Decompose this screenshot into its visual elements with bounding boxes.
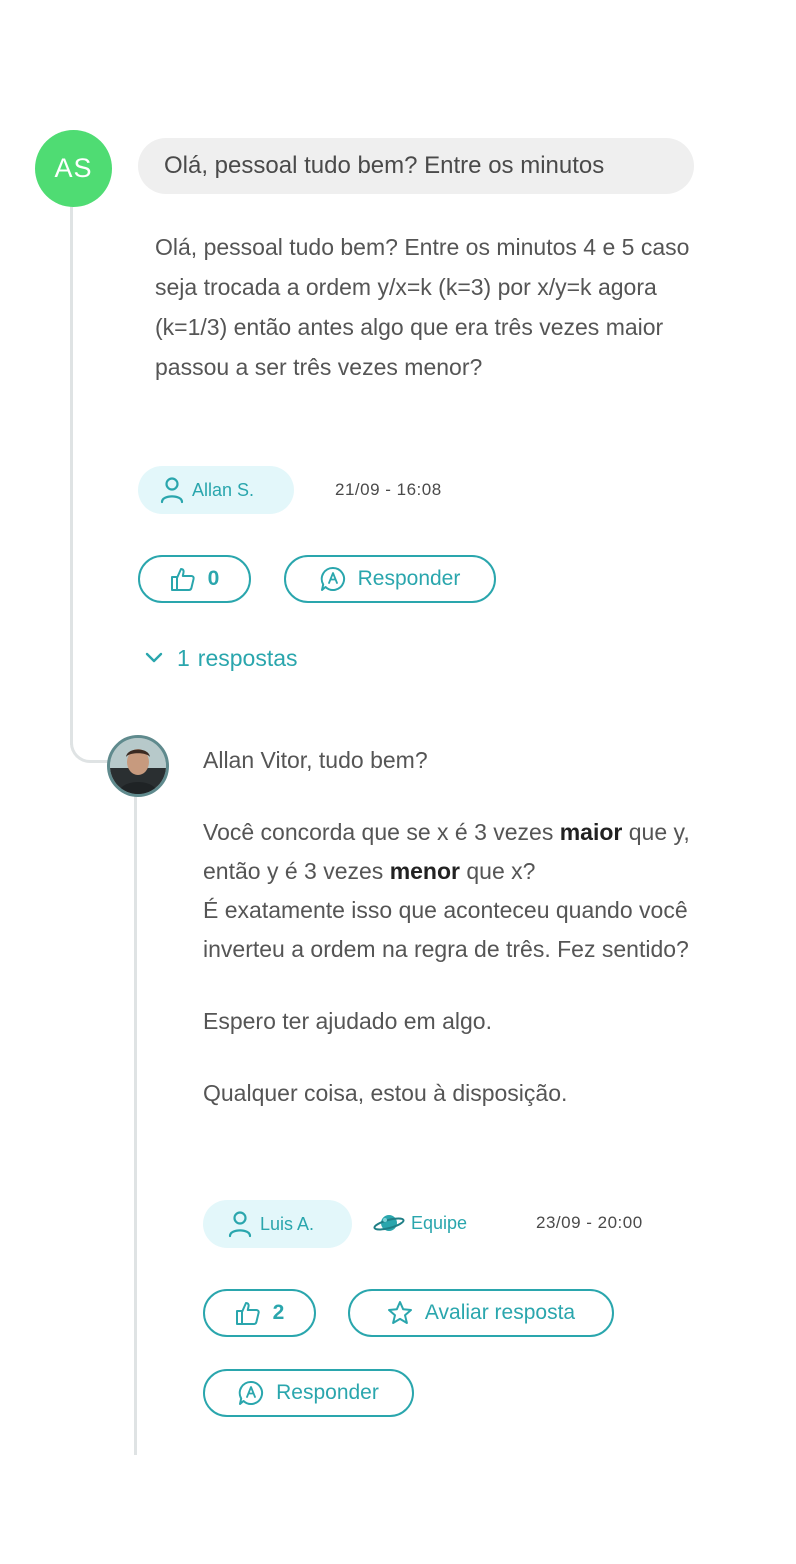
reply-button[interactable]: Responder (284, 555, 496, 603)
reply-like-button[interactable]: 2 (203, 1289, 316, 1337)
reply-text: que x? (459, 858, 536, 884)
team-planet-icon (373, 1215, 405, 1231)
chat-bubble-icon (320, 566, 345, 591)
reply-text: É exatamente isso que aconteceu quando v… (203, 897, 689, 962)
thumbs-up-icon (235, 1302, 260, 1325)
question-body: Olá, pessoal tudo bem? Entre os minutos … (155, 234, 690, 380)
reply-paragraph: Qualquer coisa, estou à disposição. (203, 1080, 568, 1106)
reply-avatar (107, 735, 169, 797)
question-title-text: Olá, pessoal tudo bem? Entre os minutos (164, 152, 605, 179)
like-button[interactable]: 0 (138, 555, 251, 603)
replies-count: 1 (177, 644, 190, 671)
user-icon (160, 477, 184, 504)
star-icon (387, 1301, 412, 1324)
reply-author-chip[interactable]: Luis A. (203, 1200, 352, 1248)
reply-author-name: Luis A. (260, 1213, 315, 1234)
reply-label: Responder (357, 567, 461, 590)
team-badge: Equipe (373, 1205, 467, 1241)
reply-thread-line (134, 795, 137, 1455)
replies-label: respostas (197, 644, 298, 671)
rate-answer-label: Avaliar resposta (424, 1301, 576, 1324)
avatar: AS (35, 130, 112, 207)
reply-paragraph: Espero ter ajudado em algo. (203, 1008, 492, 1034)
reply-paragraph: Você concorda que se x é 3 vezes maior q… (203, 813, 743, 969)
team-label: Equipe (411, 1212, 468, 1233)
user-photo-icon (110, 738, 166, 794)
post-date: 21/09 - 16:08 (335, 480, 442, 499)
thumbs-up-icon (170, 568, 195, 591)
reply-text: Você concorda que se x é 3 vezes (203, 819, 560, 845)
rate-answer-button[interactable]: Avaliar resposta (348, 1289, 614, 1337)
reply-like-count: 2 (272, 1301, 285, 1324)
thread-line (70, 205, 73, 745)
author-chip[interactable]: Allan S. (138, 466, 294, 514)
reply-greeting: Allan Vitor, tudo bem? (203, 747, 428, 773)
chevron-down-icon (145, 652, 163, 663)
chat-bubble-icon (238, 1380, 264, 1405)
reply-bold-text: menor (389, 858, 460, 884)
user-icon (228, 1211, 252, 1238)
avatar-initials: AS (54, 153, 93, 183)
question-title: Olá, pessoal tudo bem? Entre os minutos (138, 138, 694, 194)
thread-connector (70, 725, 110, 763)
replies-toggle[interactable]: 1 respostas (145, 640, 298, 676)
reply-bold-text: maior (559, 819, 623, 845)
like-count: 0 (207, 567, 220, 590)
reply-body: Allan Vitor, tudo bem? Você concorda que… (203, 741, 743, 1113)
reply-date: 23/09 - 20:00 (536, 1213, 643, 1232)
reply-to-answer-button[interactable]: Responder (203, 1369, 414, 1417)
author-name: Allan S. (192, 479, 255, 500)
reply-to-answer-label: Responder (276, 1381, 379, 1404)
